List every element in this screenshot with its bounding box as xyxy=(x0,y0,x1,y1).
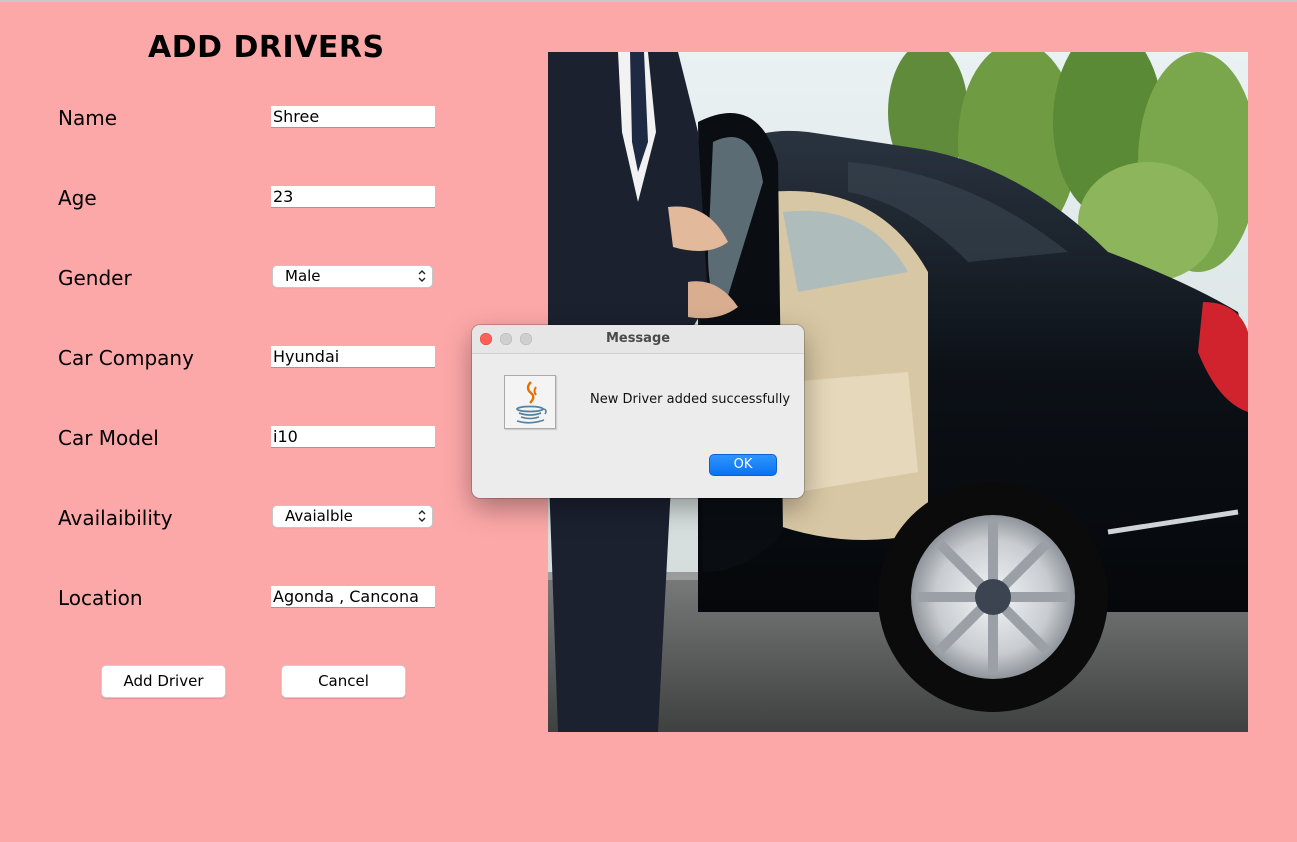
gender-select[interactable]: Male xyxy=(273,266,432,287)
dialog-titlebar: Message xyxy=(472,325,804,354)
age-input[interactable] xyxy=(271,186,435,208)
location-input[interactable] xyxy=(271,586,435,608)
car-company-label: Car Company xyxy=(58,346,194,370)
add-driver-button[interactable]: Add Driver xyxy=(101,665,226,698)
availability-selected-value: Avaialble xyxy=(285,507,353,525)
chevron-updown-icon xyxy=(418,510,426,522)
page-title: ADD DRIVERS xyxy=(148,30,385,65)
car-model-label: Car Model xyxy=(58,426,159,450)
availability-label: Availaibility xyxy=(58,506,173,530)
gender-label: Gender xyxy=(58,266,132,290)
age-label: Age xyxy=(58,186,97,210)
name-label: Name xyxy=(58,106,118,130)
chevron-updown-icon xyxy=(418,270,426,282)
ok-button[interactable]: OK xyxy=(709,454,777,476)
car-model-input[interactable] xyxy=(271,426,435,448)
dialog-title: Message xyxy=(605,331,671,346)
location-label: Location xyxy=(58,586,143,610)
gender-selected-value: Male xyxy=(285,267,321,285)
cancel-button[interactable]: Cancel xyxy=(281,665,406,698)
car-company-input[interactable] xyxy=(271,346,435,368)
dialog-message: New Driver added successfully xyxy=(590,392,791,407)
availability-select[interactable]: Avaialble xyxy=(273,506,432,527)
java-coffee-cup-icon xyxy=(504,375,556,429)
java-logo-icon xyxy=(516,381,547,424)
window-top-edge xyxy=(0,0,1297,2)
message-dialog: Message New Driver added successfully OK xyxy=(472,325,804,498)
name-input[interactable] xyxy=(271,106,435,128)
